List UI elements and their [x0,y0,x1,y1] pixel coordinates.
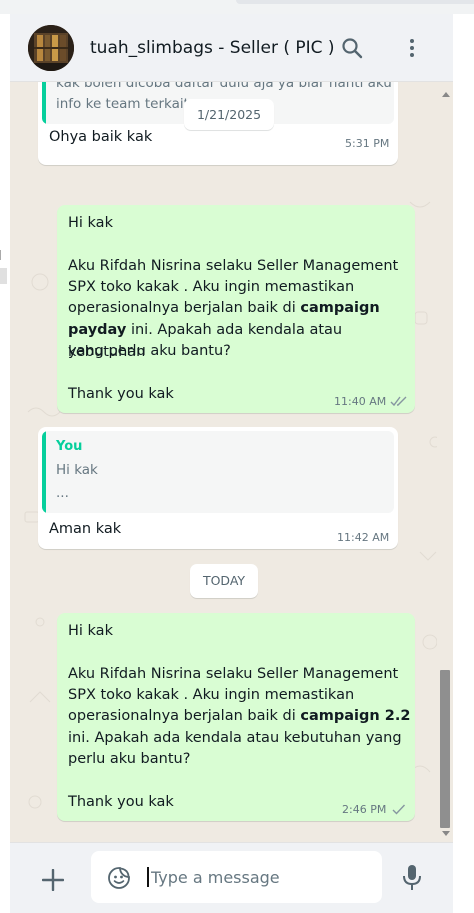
quote-accent-bar [42,431,46,513]
composer-bar [10,842,453,913]
incoming-message-2[interactable]: You Hi kak ... Aman kak 11:42 AM [38,427,398,549]
browser-tab-edge [236,0,474,4]
single-check-icon [392,804,406,815]
message-time: 11:42 AM [337,531,390,544]
sticker-icon [108,867,130,889]
microphone-icon [403,865,421,890]
chat-header[interactable]: tuah_slimbags - Seller ( PIC ) [10,14,453,82]
gutter-resize-handle[interactable] [0,268,7,284]
quote-text-line-2: info ke team terkait [56,96,189,112]
avatar-photo-icon [28,25,74,71]
message-input[interactable] [151,865,371,889]
message-greeting: Hi kak [68,623,113,639]
menu-button[interactable] [400,36,424,60]
whatsapp-web-app: tuah_slimbags - Seller ( PIC ) kak boleh… [0,0,474,913]
date-label: 1/21/2025 [196,107,262,122]
scroll-up-arrow-icon[interactable] [442,92,450,97]
message-input-box[interactable] [91,851,382,903]
scrollbar-thumb[interactable] [440,670,450,828]
attach-button[interactable] [41,868,65,892]
quote-author: You [56,439,83,454]
message-bold-campaign: campaign 2.2 [300,708,411,724]
message-line-2: SPX toko kakak . Aku ingin memastikan [68,687,355,703]
date-label: TODAY [202,573,246,588]
message-bold-payday: payday [68,322,127,338]
scroll-down-arrow-icon[interactable] [442,831,450,836]
message-line-5: yang perlu aku bantu? [68,343,231,359]
message-greeting: Hi kak [68,215,113,231]
message-line-1: Aku Rifdah Nisrina selaku Seller Managem… [68,666,399,682]
message-line-3-text: operasionalnya berjalan baik di [68,708,301,724]
contact-avatar[interactable] [28,25,74,71]
date-divider: 1/21/2025 [184,99,274,130]
message-text: Ohya baik kak [49,129,153,145]
text-caret [147,867,149,887]
kebab-menu-icon [410,39,414,57]
message-line-3-text: operasionalnya berjalan baik di [68,300,301,316]
plus-icon [41,868,65,892]
message-line-2: SPX toko kakak . Aku ingin memastikan [68,279,355,295]
message-time: 11:40 AM [334,395,387,408]
quoted-message[interactable]: You Hi kak ... [42,431,394,513]
left-gutter [0,14,10,913]
search-icon [342,38,363,59]
outgoing-message-2[interactable]: Hi kak Aku Rifdah Nisrina selaku Seller … [57,613,415,821]
message-line-3: operasionalnya berjalan baik di campaign… [68,706,410,728]
message-line-5: perlu aku bantu? [68,751,191,767]
quote-text-line-2: ... [56,485,69,501]
quote-text-line-1: Hi kak [56,462,98,478]
gutter-mark [0,250,6,260]
sticker-button[interactable] [107,866,131,890]
message-time: 5:31 PM [345,137,390,150]
message-time: 2:46 PM [342,803,387,816]
right-gutter [453,14,474,913]
date-divider: TODAY [190,564,258,598]
search-button[interactable] [340,36,364,60]
message-line-1: Aku Rifdah Nisrina selaku Seller Managem… [68,258,399,274]
message-line-4: ini. Apakah ada kendala atau kebutuhan y… [68,730,402,746]
message-text: Aman kak [49,521,122,537]
quote-accent-bar [42,82,46,124]
voice-message-button[interactable] [401,864,423,892]
message-bold-campaign: campaign [300,300,380,316]
message-closing: Thank you kak [68,794,174,810]
outgoing-message-1[interactable]: Hi kak Aku Rifdah Nisrina selaku Seller … [57,205,415,413]
message-line-3: operasionalnya berjalan baik di campaign [68,298,380,320]
contact-name[interactable]: tuah_slimbags - Seller ( PIC ) [90,38,335,58]
double-check-icon [390,396,407,407]
message-closing: Thank you kak [68,386,174,402]
browser-top-strip [0,0,474,14]
message-list[interactable]: kak boleh dicoba daftar dulu aja ya biar… [10,82,453,842]
